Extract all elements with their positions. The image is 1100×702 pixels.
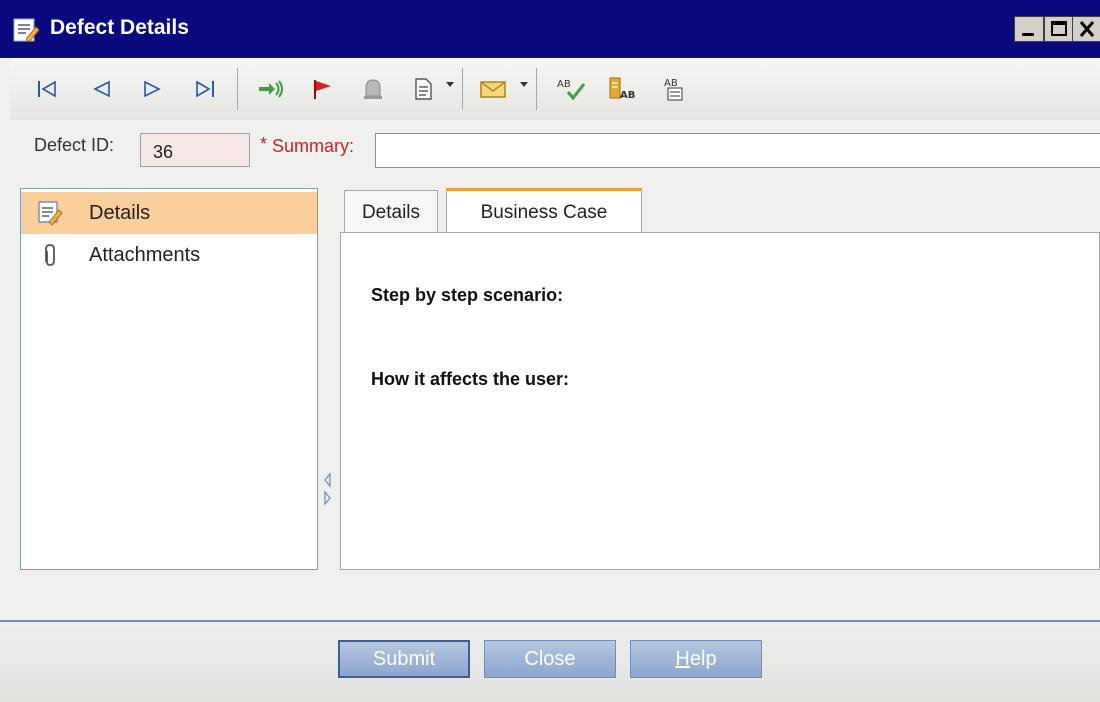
tab-label: Business Case — [480, 202, 608, 223]
close-button-label: Close — [524, 647, 576, 670]
required-marker: * — [260, 134, 268, 154]
thesaurus-button[interactable]: AB — [608, 74, 638, 104]
tab-business-case[interactable]: Business Case — [446, 188, 642, 235]
business-case-panel: Step by step scenario: How it affects th… — [340, 232, 1100, 570]
sidebar-item-label: Details — [89, 201, 151, 224]
first-record-button[interactable] — [32, 74, 62, 104]
sidebar-item-details[interactable]: Details — [21, 192, 317, 234]
close-icon — [1079, 21, 1095, 37]
mail-icon — [480, 81, 506, 98]
flag-icon — [314, 80, 331, 99]
send-icon — [259, 80, 283, 98]
next-record-icon — [144, 80, 161, 98]
maximize-button[interactable] — [1044, 16, 1074, 42]
spell-check-icon: AB — [557, 79, 586, 101]
help-button-label: Help — [675, 648, 716, 671]
details-icon — [38, 201, 63, 226]
tab-strip: Details Business Case — [340, 188, 1100, 235]
submit-button-label: Submit — [372, 647, 436, 670]
document-icon — [415, 78, 432, 100]
help-mnemonic: H — [675, 647, 690, 670]
toolbar-separator — [237, 68, 238, 110]
document-dropdown-arrow[interactable] — [446, 82, 454, 87]
defect-fields-row: Defect ID: 36 * Summary: — [10, 120, 1100, 180]
panel-splitter-handle[interactable] — [320, 470, 336, 510]
mail-dropdown-arrow[interactable] — [520, 82, 528, 87]
alert-bell-button[interactable] — [358, 74, 388, 104]
summary-label: Summary: — [272, 136, 355, 156]
defect-details-window: Defect Details AB AB AB Defect ID: 36 * … — [0, 0, 1100, 702]
document-button[interactable] — [408, 74, 438, 104]
mail-button[interactable] — [478, 74, 508, 104]
help-label-rest: elp — [689, 647, 717, 670]
alert-bell-icon — [364, 79, 382, 99]
svg-text:AB: AB — [620, 90, 635, 101]
toolbar-separator — [536, 68, 537, 110]
flag-button[interactable] — [308, 74, 338, 104]
toolbar-separator — [462, 68, 463, 110]
sidebar-item-label: Attachments — [89, 243, 201, 266]
next-record-button[interactable] — [138, 74, 168, 104]
thesaurus-icon: AB — [609, 77, 635, 101]
previous-record-icon — [93, 80, 110, 98]
close-window-button[interactable] — [1072, 16, 1100, 42]
paperclip-icon — [45, 244, 55, 266]
last-record-icon — [196, 80, 214, 98]
sidebar-panel: Details Attachments — [20, 188, 318, 570]
send-button[interactable] — [256, 74, 286, 104]
defect-form-icon — [13, 18, 40, 43]
spelling-options-icon: AB — [664, 78, 683, 101]
close-button[interactable]: Close — [484, 640, 616, 678]
defect-id-label: Defect ID: — [34, 135, 115, 155]
tab-details[interactable]: Details — [344, 190, 438, 235]
tab-label: Details — [361, 202, 421, 223]
defect-id-field: 36 — [140, 133, 250, 167]
spell-check-button[interactable]: AB — [556, 74, 586, 104]
submit-button[interactable]: Submit — [338, 640, 470, 678]
minimize-icon — [1022, 33, 1034, 36]
sidebar-item-attachments[interactable]: Attachments — [21, 234, 317, 276]
previous-record-button[interactable] — [86, 74, 116, 104]
summary-input[interactable] — [375, 133, 1100, 168]
toolbar: AB AB AB — [10, 58, 1100, 121]
first-record-icon — [38, 80, 56, 98]
help-button[interactable]: Help — [630, 640, 762, 678]
svg-text:AB: AB — [664, 78, 678, 89]
svg-text:AB: AB — [557, 79, 571, 90]
last-record-button[interactable] — [190, 74, 220, 104]
maximize-icon — [1051, 21, 1067, 36]
title-bar: Defect Details — [0, 0, 1100, 58]
minimize-button[interactable] — [1014, 16, 1044, 42]
step-by-step-heading: Step by step scenario: — [371, 285, 564, 305]
spelling-options-button[interactable]: AB — [660, 74, 690, 104]
window-title: Defect Details — [50, 16, 189, 39]
affects-user-heading: How it affects the user: — [371, 369, 570, 389]
